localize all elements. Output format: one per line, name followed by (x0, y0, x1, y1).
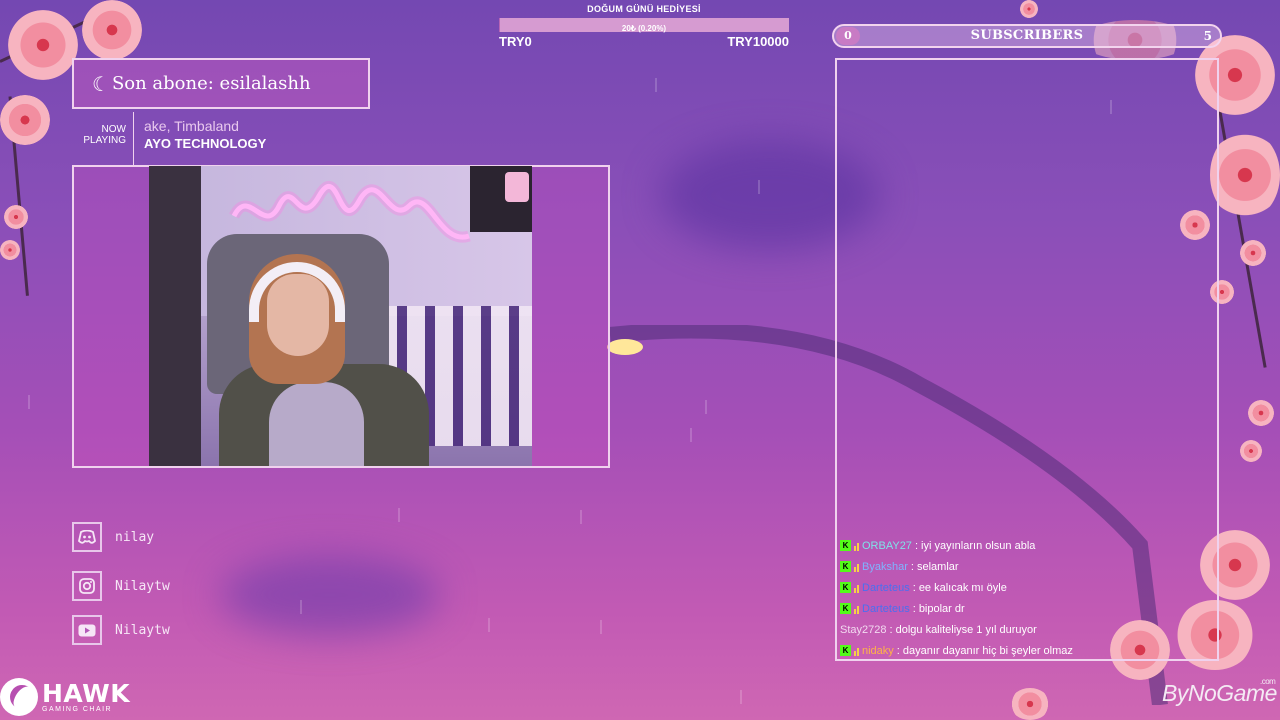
signal-badge-icon (854, 583, 859, 593)
chat-text: : selamlar (910, 560, 959, 573)
donation-goal: DOĞUM GÜNÜ HEDİYESİ 20₺ (0.20%) TRY0 TRY… (499, 4, 789, 49)
chat-username[interactable]: nidaky (862, 645, 894, 657)
chat-message: K Darteteus: ee kalıcak mı öyle (840, 577, 1212, 598)
signal-badge-icon (854, 562, 859, 572)
hawk-logo: HAWK GAMING CHAIR (0, 678, 130, 716)
chat-message: K Byakshar: selamlar (840, 556, 1212, 577)
donation-progress-fill (499, 18, 500, 32)
now-playing-label-line2: PLAYING (83, 135, 126, 146)
signal-badge-icon (854, 541, 859, 551)
desk-lamp (470, 166, 532, 232)
instagram-icon (72, 571, 102, 601)
donation-progress-text: 20₺ (0.20%) (621, 24, 667, 33)
shelf (149, 166, 201, 466)
chat-text: : ee kalıcak mı öyle (912, 581, 1007, 594)
youtube-icon (72, 615, 102, 645)
now-playing-divider (133, 112, 134, 165)
last-subscriber-banner: ☾ Son abone: esilalashh (72, 58, 370, 109)
chat-username[interactable]: Byakshar (862, 561, 908, 573)
chat-text: : iyi yayınların olsun abla (914, 539, 1036, 552)
donation-goal-amount: TRY10000 (727, 34, 789, 49)
chat-text: : dayanır dayanır hiç bi şeyler olmaz (896, 644, 1073, 657)
now-playing-label-line1: NOW (101, 124, 126, 135)
hawk-emblem-icon (0, 678, 38, 716)
chat-message: Stay2728: dolgu kaliteliyse 1 yıl duruyo… (840, 619, 1212, 640)
last-subscriber-text: Son abone: esilalashh (111, 73, 311, 94)
bynogame-suffix: .com (1260, 677, 1276, 686)
chat-message: Knidaky: dayanır dayanır hiç bi şeyler o… (840, 640, 1212, 661)
subscriber-goal: 5 (1203, 29, 1212, 43)
social-discord: nilay (72, 522, 154, 552)
social-youtube: Nilaytw (72, 615, 170, 645)
chat-message: K Darteteus: bipolar dr (840, 598, 1212, 619)
kick-badge-icon: K (840, 561, 851, 572)
chat-username[interactable]: Stay2728 (840, 624, 886, 636)
bynogame-logo: ByNoGame .com (1162, 677, 1277, 707)
kick-badge-icon: K (840, 645, 851, 656)
chat-message: K ORBAY27: iyi yayınların olsun abla (840, 535, 1212, 556)
chat-text: : dolgu kaliteliyse 1 yıl duruyor (889, 623, 1037, 636)
donation-start: TRY0 (499, 34, 532, 49)
kick-badge-icon: K (840, 603, 851, 614)
subscriber-label: SUBSCRIBERS (970, 28, 1084, 43)
chat-username[interactable]: Darteteus (862, 603, 910, 615)
youtube-handle: Nilaytw (115, 622, 170, 638)
now-playing-artist: ake, Timbaland (144, 118, 239, 134)
webcam-feed (149, 166, 532, 466)
moon-icon: ☾ (92, 71, 110, 96)
donation-title: DOĞUM GÜNÜ HEDİYESİ (587, 4, 701, 14)
kick-badge-icon: K (840, 540, 851, 551)
chat-username[interactable]: Darteteus (862, 582, 910, 594)
discord-icon (72, 522, 102, 552)
kick-badge-icon: K (840, 582, 851, 593)
now-playing-song: AYO TECHNOLOGY (144, 136, 267, 151)
discord-handle: nilay (115, 529, 155, 545)
donation-progress-bar: 20₺ (0.20%) (499, 18, 789, 33)
subscriber-goal-bar: 0 SUBSCRIBERS 5 (832, 24, 1222, 48)
chat-messages: K ORBAY27: iyi yayınların olsun abla K Byak… (840, 535, 1212, 661)
now-playing-label: NOW PLAYING (72, 124, 126, 146)
hawk-name: HAWK (42, 678, 131, 708)
streamer (219, 254, 429, 466)
chat-text: : bipolar dr (912, 602, 965, 615)
signal-badge-icon (854, 646, 859, 656)
social-instagram: Nilaytw (72, 571, 170, 601)
instagram-handle: Nilaytw (115, 578, 170, 594)
signal-badge-icon (854, 604, 859, 614)
chat-username[interactable]: ORBAY27 (862, 540, 912, 552)
